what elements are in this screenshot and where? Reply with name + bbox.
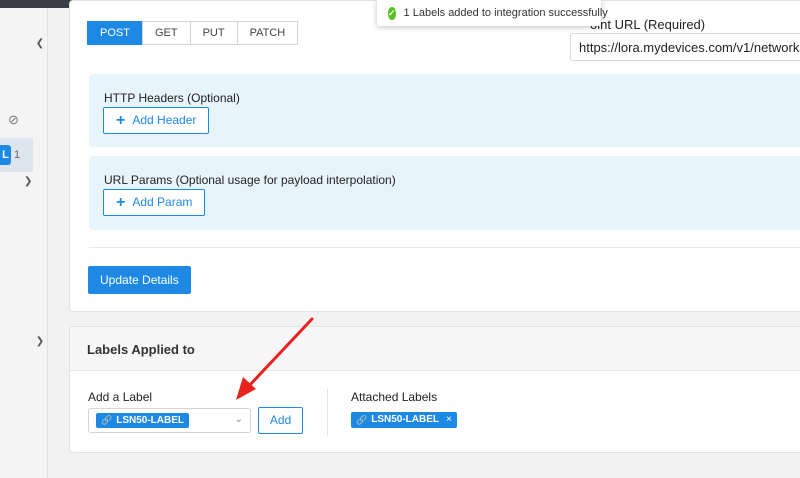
- toast-message: 1 Labels added to integration successful…: [403, 7, 608, 19]
- labels-card: Labels Applied to Add a Label 🔗 LSN50-LA…: [69, 326, 800, 453]
- eye-slash-icon[interactable]: ⊘: [8, 112, 19, 128]
- url-params-title: URL Params (Optional usage for payload i…: [104, 173, 396, 187]
- selected-label-text: LSN50-LABEL: [116, 415, 185, 426]
- chevron-up-icon[interactable]: ❮: [33, 38, 47, 49]
- attached-label-chip: 🔗 LSN50-LABEL ×: [351, 412, 457, 428]
- chevron-down-icon[interactable]: ⌄: [235, 414, 243, 425]
- url-params-section: URL Params (Optional usage for payload i…: [89, 156, 800, 230]
- endpoint-url-input[interactable]: https://lora.mydevices.com/v1/networks/h…: [570, 33, 800, 61]
- labels-header: Labels Applied to: [70, 327, 800, 371]
- method-patch-button[interactable]: PATCH: [236, 21, 299, 45]
- selected-label-chip: 🔗 LSN50-LABEL: [96, 413, 190, 428]
- method-put-button[interactable]: PUT: [189, 21, 238, 45]
- add-header-label: Add Header: [132, 113, 197, 127]
- chevron-right-icon[interactable]: ❯: [24, 176, 32, 187]
- sidebar-badge: L: [0, 145, 11, 165]
- section-divider: [89, 247, 800, 248]
- check-circle-icon: ✓: [388, 6, 396, 20]
- label-select[interactable]: 🔗 LSN50-LABEL ⌄: [88, 408, 251, 433]
- http-headers-section: HTTP Headers (Optional) + Add Header: [89, 74, 800, 147]
- add-param-button[interactable]: + Add Param: [103, 189, 206, 216]
- update-details-button[interactable]: Update Details: [88, 266, 191, 294]
- http-headers-title: HTTP Headers (Optional): [104, 91, 240, 105]
- method-get-button[interactable]: GET: [141, 21, 191, 45]
- plus-icon: +: [116, 111, 126, 129]
- add-label-button[interactable]: Add: [258, 407, 303, 434]
- chevron-down-icon[interactable]: ❯: [33, 336, 47, 347]
- attached-labels-title: Attached Labels: [351, 390, 438, 404]
- method-post-button[interactable]: POST: [87, 21, 143, 45]
- add-label-title: Add a Label: [88, 390, 153, 404]
- link-icon: 🔗: [356, 415, 368, 425]
- sidebar-scrollbar[interactable]: ❮ ❯: [33, 38, 47, 358]
- labels-divider: [327, 389, 328, 436]
- labels-title: Labels Applied to: [87, 342, 195, 357]
- plus-icon: +: [116, 193, 126, 211]
- attached-label-text: LSN50-LABEL: [371, 414, 440, 425]
- link-icon: 🔗: [101, 415, 113, 425]
- endpoint-url-label: oint URL (Required): [590, 17, 706, 32]
- http-method-group: POST GET PUT PATCH: [87, 21, 299, 45]
- success-toast: ✓ 1 Labels added to integration successf…: [377, 0, 608, 26]
- add-header-button[interactable]: + Add Header: [103, 107, 210, 134]
- close-icon[interactable]: ×: [446, 412, 452, 428]
- add-param-label: Add Param: [132, 195, 193, 209]
- sidebar-count: 1: [14, 149, 21, 161]
- integration-details-card: POST GET PUT PATCH oint URL (Required) h…: [69, 0, 800, 312]
- sidebar: ❮ ❯ ⊘ L 1 ❯: [0, 8, 48, 478]
